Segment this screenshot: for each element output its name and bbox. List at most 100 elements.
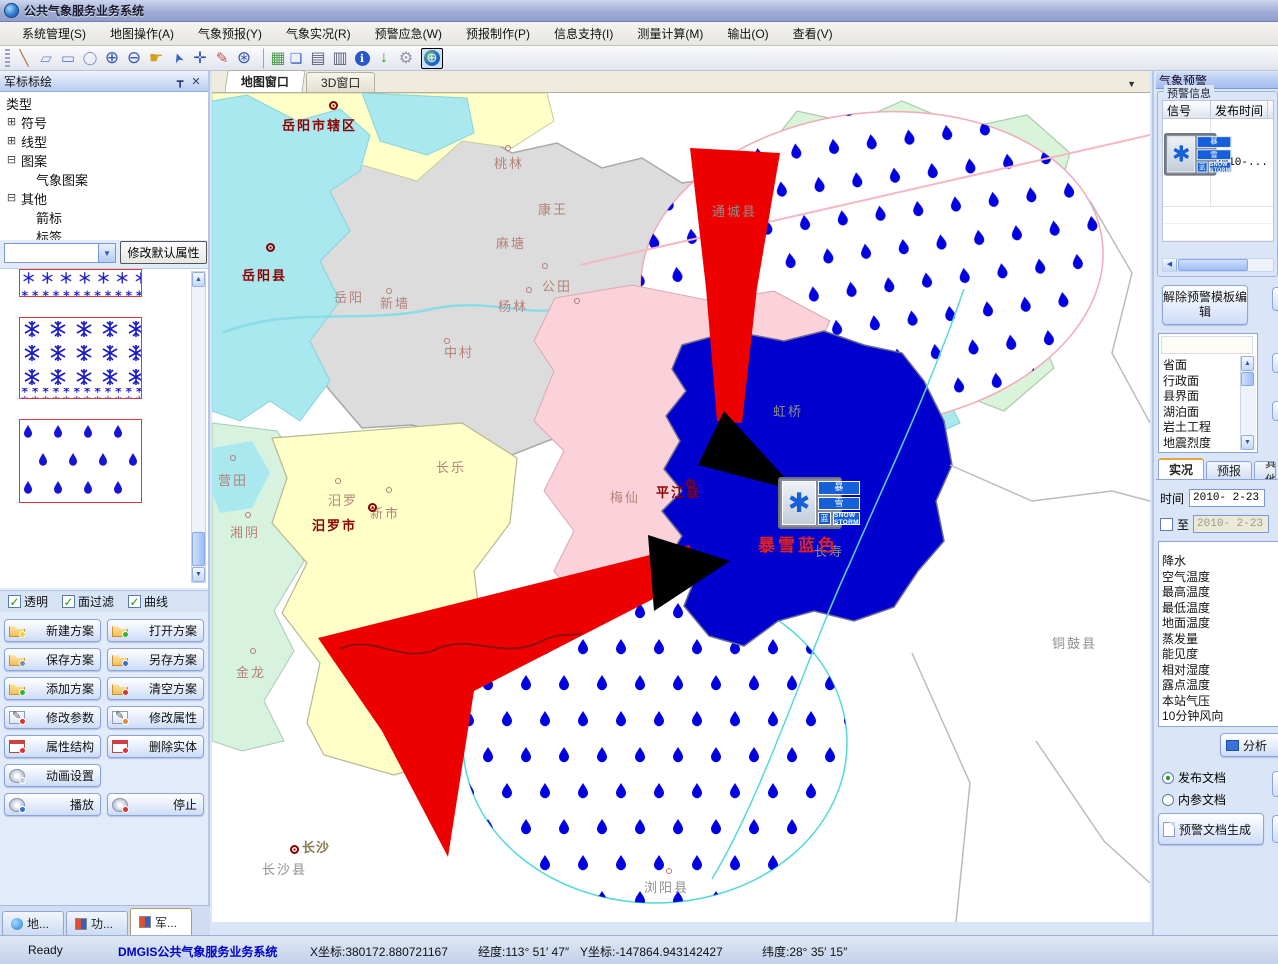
scroll-down-icon[interactable]: ▼ [1241,435,1254,450]
snowstorm-sign[interactable]: ✱ 暴 雪 蓝 SNOW STORM [778,477,842,529]
option-checkbox[interactable]: 曲线 [128,593,168,610]
draw-rectangle-icon[interactable] [57,48,79,69]
zoom-out-icon[interactable] [123,48,145,69]
generate-warning-doc-button[interactable]: 预警文档生成 [1158,813,1264,845]
observation-item[interactable]: 10分钟风向 [1159,707,1278,723]
move-icon[interactable] [189,48,211,69]
signal-table[interactable]: 信号 发布时间 ✱ 暴 雪 蓝 SNOW STORM [1162,100,1274,242]
dock-tab[interactable]: 功... [66,911,128,935]
observation-item[interactable]: 最高温度 [1159,583,1278,599]
menu-item[interactable]: 预警应急(W) [363,22,454,45]
menu-item[interactable]: 地图操作(A) [98,22,186,45]
collapse-icon[interactable]: ⊟ [6,155,17,166]
style-combo[interactable]: ▼ [4,243,116,263]
tree-node-lines[interactable]: ⊞ 线型 [6,132,208,151]
select-icon[interactable] [167,48,189,69]
scheme-button[interactable]: 修改参数 [4,706,101,729]
toolbar-grip[interactable] [5,49,10,67]
doc-radio[interactable]: 发布文档 [1162,769,1226,786]
window-view-icon[interactable] [285,48,307,69]
draw-polygon-icon[interactable] [35,48,57,69]
clipped-button[interactable] [1272,287,1278,311]
dock-tab[interactable]: 军... [130,908,192,935]
menu-item[interactable]: 查看(V) [781,22,845,45]
scroll-up-icon[interactable]: ▲ [192,272,205,287]
expand-icon[interactable]: ⊞ [6,136,17,147]
collapse-icon[interactable]: ⊟ [6,193,17,204]
tree-node-tags[interactable]: 标签 [6,227,208,240]
signal-row[interactable]: ✱ 暴 雪 蓝 SNOW STORM 2010-... [1163,119,1273,207]
observation-item[interactable]: 本站气压 [1159,692,1278,708]
pin-icon[interactable]: ┳ [172,75,188,88]
data-tab[interactable]: 实况 [1158,458,1204,479]
cancel-warning-template-button[interactable]: 解除预警模板编辑 [1162,285,1248,325]
clipped-button[interactable] [1272,815,1278,843]
tree-node-patterns[interactable]: ⊟ 图案 [6,151,208,170]
swatch-rain-pattern[interactable] [19,419,142,503]
draw-ellipse-icon[interactable] [79,48,101,69]
tree-node-arrow-marks[interactable]: 箭标 [6,208,208,227]
tree-node-symbols[interactable]: ⊞ 符号 [6,113,208,132]
zoom-in-icon[interactable] [101,48,123,69]
clipped-button[interactable] [1272,401,1278,421]
analyze-button[interactable]: 分析 [1220,733,1278,757]
map-image-icon[interactable] [263,48,285,69]
print-preview-icon[interactable] [329,48,351,69]
menu-item[interactable]: 系统管理(S) [10,22,98,45]
expand-icon[interactable]: ⊞ [6,117,17,128]
scheme-button[interactable]: 添加方案 [4,677,101,700]
map-tab[interactable]: 3D窗口 [306,72,375,92]
pan-icon[interactable] [145,48,167,69]
data-tab[interactable]: 预报 [1206,461,1252,479]
scheme-button[interactable]: 停止 [107,793,204,816]
menu-item[interactable]: 气象实况(R) [274,22,363,45]
observation-item[interactable]: 蒸发量 [1159,630,1278,646]
time-field[interactable]: 2010- 2-23 [1189,489,1265,507]
option-checkbox[interactable]: 面过滤 [62,593,114,610]
draw-line-icon[interactable] [13,48,35,69]
doc-radio[interactable]: 内参文档 [1162,791,1226,808]
scheme-button[interactable]: 另存方案 [107,648,204,671]
scheme-button[interactable]: 播放 [4,793,101,816]
scheme-button[interactable]: 动画设置 [4,764,101,787]
menu-item[interactable]: 测量计算(M) [625,22,715,45]
observation-item[interactable]: 能见度 [1159,645,1278,661]
close-icon[interactable]: ✕ [188,75,204,88]
to-checkbox[interactable] [1160,518,1173,531]
scroll-thumb[interactable] [1178,259,1248,271]
layer-scrollbar[interactable]: ▲ ▼ [1240,356,1256,450]
tree-root[interactable]: 类型 [6,94,208,113]
observation-item[interactable]: 最低温度 [1159,599,1278,615]
scheme-button[interactable]: 新建方案 [4,619,101,642]
swatch-scrollbar[interactable]: ▲ ▼ [191,271,206,583]
menu-item[interactable]: 气象预报(Y) [186,22,274,45]
tab-dropdown-icon[interactable]: ▼ [1127,79,1136,89]
modify-default-button[interactable]: 修改默认属性 [120,241,207,264]
zoom-area-icon[interactable] [233,48,255,69]
observation-item[interactable]: 地面温度 [1159,614,1278,630]
scheme-button[interactable]: 保存方案 [4,648,101,671]
scheme-button[interactable]: 属性结构 [4,735,101,758]
scheme-button[interactable]: 删除实体 [107,735,204,758]
map-tab[interactable]: 地图窗口 [224,70,305,92]
scroll-down-icon[interactable]: ▼ [192,567,205,582]
scroll-left-icon[interactable]: ◀ [1163,259,1177,271]
menu-item[interactable]: 输出(O) [715,22,780,45]
scroll-thumb[interactable] [192,532,205,566]
observation-item[interactable]: 相对湿度 [1159,661,1278,677]
observation-item[interactable]: 露点温度 [1159,676,1278,692]
menu-item[interactable]: 预报制作(P) [454,22,542,45]
clipped-button[interactable] [1272,771,1278,797]
info-icon[interactable] [351,48,373,69]
data-tab[interactable]: 其他 [1254,461,1276,479]
chevron-down-icon[interactable]: ▼ [98,244,115,262]
observation-item[interactable]: 空气温度 [1159,568,1278,584]
tree-node-other[interactable]: ⊟ 其他 [6,189,208,208]
swatch-snow-pattern[interactable] [19,317,142,399]
scheme-button[interactable]: 打开方案 [107,619,204,642]
tree-node-weather-patterns[interactable]: 气象图案 [6,170,208,189]
settings-icon[interactable] [395,48,417,69]
globe-3d-icon[interactable] [421,48,443,69]
dock-tab[interactable]: 地... [2,911,64,935]
style-brush-icon[interactable] [211,48,233,69]
